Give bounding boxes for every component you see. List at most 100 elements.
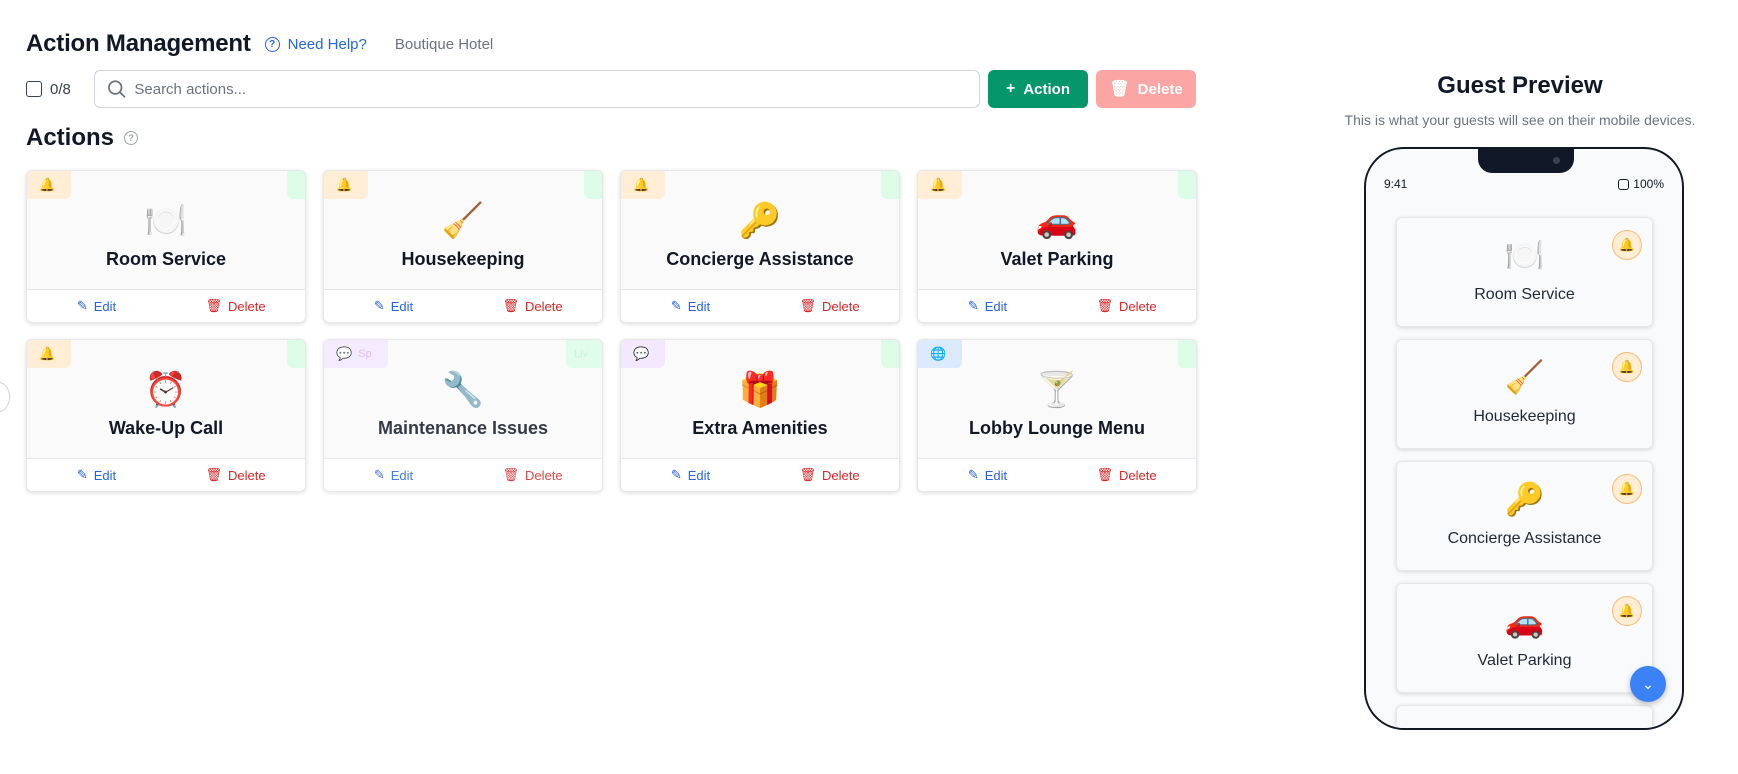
add-action-button[interactable]: + Action [988, 70, 1088, 108]
action-card[interactable]: 💬 🎁 Extra Amenities ✎ Edit 🗑 Delete [620, 339, 900, 492]
edit-label: Edit [390, 467, 414, 483]
chat-icon: 💬 [621, 340, 665, 368]
trash-icon: 🗑 [502, 467, 519, 482]
action-name: Lobby Lounge Menu [969, 418, 1145, 438]
question-icon[interactable]: ? [124, 131, 139, 145]
delete-button[interactable]: 🗑 Delete [1057, 290, 1196, 322]
preview-item[interactable]: 🔔 🍽️ Room Service [1396, 217, 1653, 327]
action-card[interactable]: 🔔 🚗 Valet Parking ✎ Edit 🗑 Delete [917, 170, 1197, 323]
delete-button[interactable]: 🗑 Delete [463, 290, 602, 322]
edit-button[interactable]: ✎ Edit [621, 290, 760, 322]
pencil-icon: ✎ [76, 467, 88, 482]
trash-icon: 🗑 [1096, 467, 1113, 482]
status-indicator [287, 340, 305, 368]
actions-header: Actions ? [26, 124, 139, 152]
trash-icon: 🗑 [799, 467, 816, 482]
toolbar: 0/8 + Action 🗑 Delete [26, 70, 1196, 108]
action-card[interactable]: 🌐 🍸 Lobby Lounge Menu ✎ Edit 🗑 Delete [917, 339, 1197, 492]
action-card[interactable]: 🔔 🍽️ Room Service ✎ Edit 🗑 Delete [26, 170, 306, 323]
globe-icon: 🌐 [918, 340, 962, 368]
status-indicator [287, 171, 305, 199]
pencil-icon: ✎ [967, 298, 979, 313]
delete-button[interactable]: 🗑 Delete [1057, 459, 1196, 491]
delete-label: Delete [1118, 467, 1157, 483]
search-input[interactable] [134, 80, 979, 98]
delete-button[interactable]: 🗑 Delete [463, 459, 602, 491]
action-emoji-icon: 🔑 [738, 202, 782, 240]
preview-item[interactable]: 🔔 🧹 Housekeeping [1396, 339, 1653, 449]
bulk-delete-button[interactable]: 🗑 Delete [1096, 70, 1196, 108]
delete-label: Delete [227, 467, 266, 483]
select-all-checkbox[interactable] [26, 81, 42, 97]
search-box[interactable] [94, 70, 980, 108]
action-card[interactable]: 🔔 🔑 Concierge Assistance ✎ Edit 🗑 Delete [620, 170, 900, 323]
bell-icon: 🔔 [27, 340, 71, 368]
delete-button[interactable]: 🗑 Delete [166, 459, 305, 491]
action-name: Wake-Up Call [108, 418, 224, 438]
preview-subtitle: This is what your guests will see on the… [1344, 112, 1696, 128]
preview-item[interactable] [1396, 705, 1653, 728]
action-card[interactable]: 💬 Sp Liv 🔧 Maintenance Issues ✎ Edit 🗑 Dele… [323, 339, 603, 492]
actions-title: Actions [26, 124, 115, 151]
delete-button[interactable]: 🗑 Delete [760, 459, 899, 491]
help-circle-icon: ? [264, 36, 280, 52]
edit-button[interactable]: ✎ Edit [324, 290, 463, 322]
hotel-name: Boutique Hotel [394, 35, 494, 53]
scroll-down-button[interactable]: ⌄ [1630, 666, 1666, 702]
card-footer: ✎ Edit 🗑 Delete [621, 458, 899, 491]
edit-label: Edit [687, 467, 711, 483]
action-emoji-icon: ⏰ [144, 371, 188, 409]
delete-button[interactable]: 🗑 Delete [166, 290, 305, 322]
status-indicator [1178, 171, 1196, 199]
bell-icon: 🔔 [918, 171, 962, 199]
preview-item[interactable]: 🔔 🔑 Concierge Assistance [1396, 461, 1653, 571]
battery-icon [1618, 178, 1630, 190]
edit-button[interactable]: ✎ Edit [324, 459, 463, 491]
pencil-icon: ✎ [76, 298, 88, 313]
edit-button[interactable]: ✎ Edit [27, 290, 166, 322]
chat-icon: 💬 Sp [324, 340, 388, 368]
card-footer: ✎ Edit 🗑 Delete [27, 458, 305, 491]
status-indicator [881, 340, 899, 368]
preview-item-name: Room Service [1474, 286, 1575, 303]
status-indicator [1178, 340, 1196, 368]
phone-frame: 9:41 100% 🔔 🍽️ Room Service 🔔 🧹 Housekee… [1364, 147, 1684, 730]
bell-icon: 🔔 [324, 171, 368, 199]
trash-icon: 🗑 [205, 467, 222, 482]
edit-button[interactable]: ✎ Edit [621, 459, 760, 491]
action-name: Valet Parking [1000, 249, 1114, 269]
edit-button[interactable]: ✎ Edit [918, 459, 1057, 491]
edit-button[interactable]: ✎ Edit [27, 459, 166, 491]
trash-icon: 🗑 [799, 298, 816, 313]
bell-icon: 🔔 [621, 171, 665, 199]
preview-item[interactable]: 🔔 🚗 Valet Parking [1396, 583, 1653, 693]
page-title: Action Management [26, 30, 251, 57]
card-footer: ✎ Edit 🗑 Delete [918, 458, 1196, 491]
live-indicator: Liv [566, 340, 602, 368]
bell-icon: 🔔 [27, 171, 71, 199]
delete-button[interactable]: 🗑 Delete [760, 290, 899, 322]
page: Action Management ? Need Help? Boutique … [0, 0, 1738, 774]
status-bar: 9:41 100% [1384, 177, 1664, 191]
action-card[interactable]: 🔔 🧹 Housekeeping ✎ Edit 🗑 Delete [323, 170, 603, 323]
status-indicator [881, 171, 899, 199]
preview-title: Guest Preview [1437, 72, 1603, 99]
collapse-handle[interactable] [0, 382, 10, 412]
pencil-icon: ✎ [670, 298, 682, 313]
edit-label: Edit [984, 467, 1008, 483]
preview-item-name: Valet Parking [1477, 652, 1572, 669]
edit-label: Edit [93, 298, 117, 314]
pencil-icon: ✎ [967, 467, 979, 482]
edit-button[interactable]: ✎ Edit [918, 290, 1057, 322]
edit-label: Edit [93, 467, 117, 483]
need-help-link[interactable]: ? Need Help? [264, 36, 367, 53]
actions-grid: 🔔 🍽️ Room Service ✎ Edit 🗑 Delete 🔔 🧹 Hous… [26, 170, 1197, 492]
delete-label: Delete [524, 298, 563, 314]
trash-icon: 🗑 [1109, 81, 1130, 98]
action-emoji-icon: 🔧 [441, 371, 485, 409]
phone-notch [1478, 149, 1574, 173]
action-card[interactable]: 🔔 ⏰ Wake-Up Call ✎ Edit 🗑 Delete [26, 339, 306, 492]
preview-emoji-icon: 🚗 [1504, 603, 1545, 639]
preview-item-name: Concierge Assistance [1447, 530, 1602, 547]
select-all[interactable]: 0/8 [26, 81, 90, 98]
